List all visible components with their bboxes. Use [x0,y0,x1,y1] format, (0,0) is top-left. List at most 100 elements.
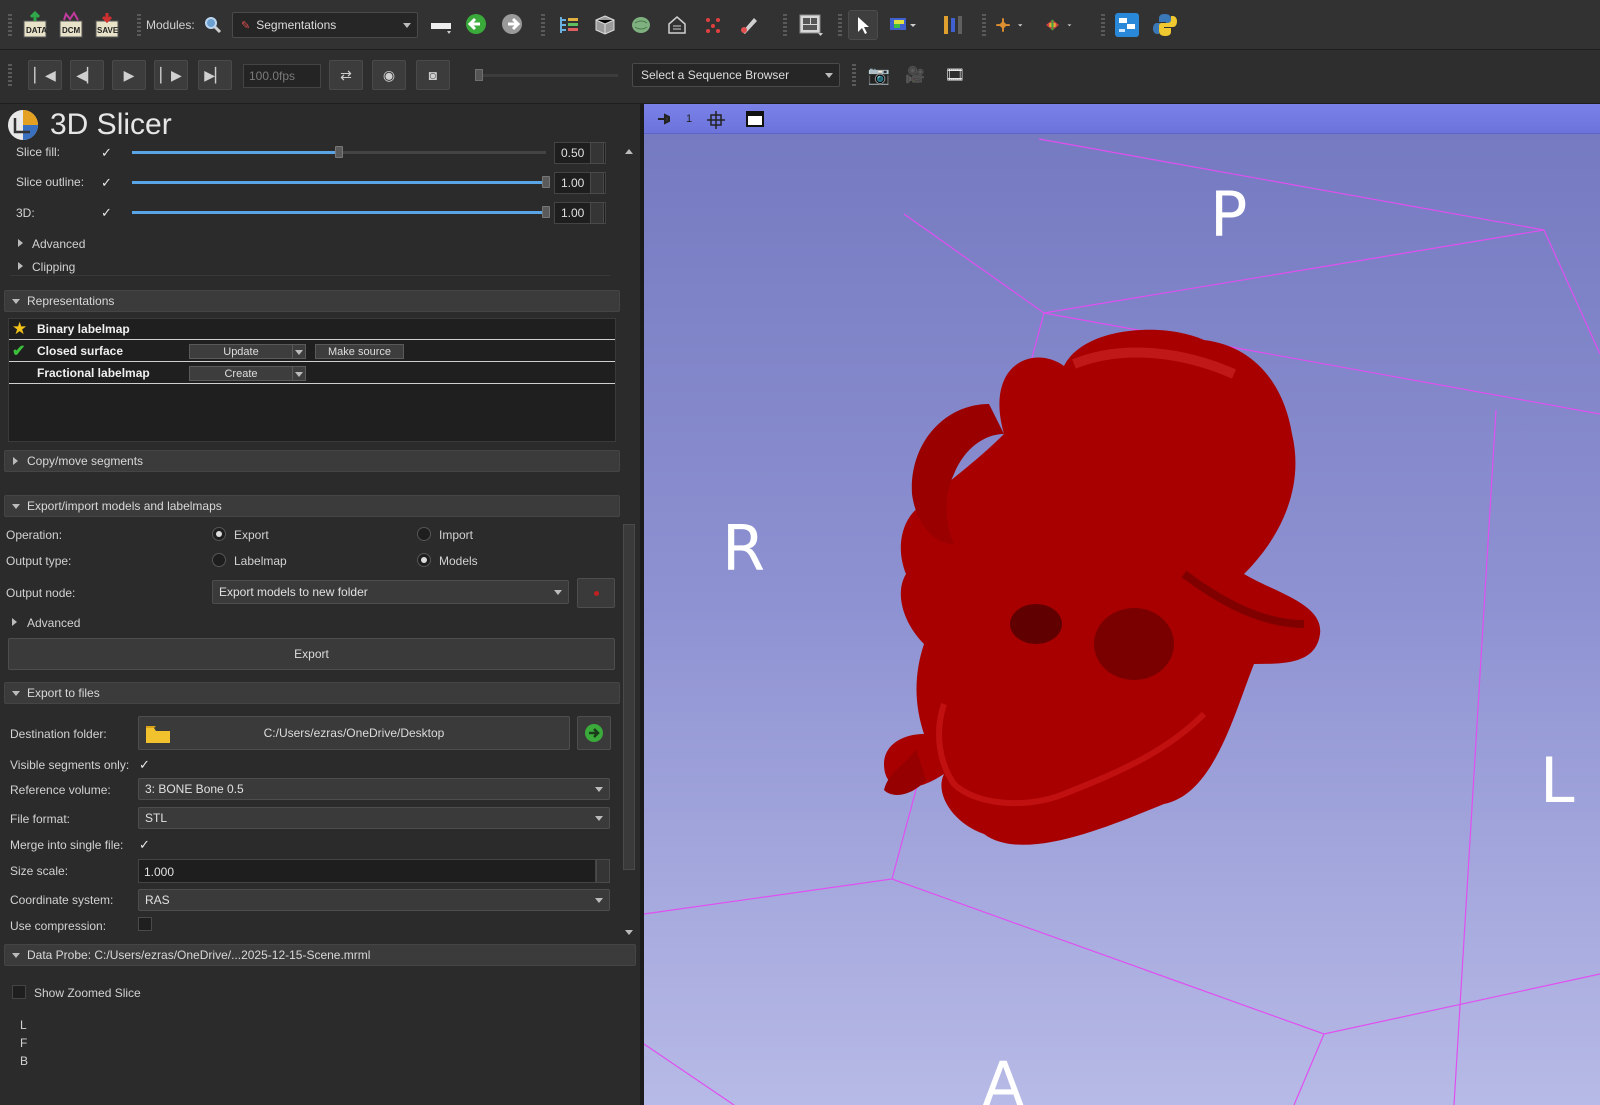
labelmap-radio[interactable] [212,553,226,567]
destination-folder-button[interactable]: C:/Users/ezras/OneDrive/Desktop [138,716,570,750]
toolbar-grip[interactable] [982,14,986,36]
slice-fill-slider[interactable] [132,146,546,158]
module-search-button[interactable] [198,10,228,40]
next-module-button[interactable] [498,10,528,40]
copy-move-section-header[interactable]: Copy/move segments [4,450,620,472]
three-d-slider-handle[interactable] [542,206,550,218]
extensions-manager-button[interactable] [1112,10,1142,40]
size-scale-spin-arrows[interactable] [596,859,610,883]
record-button[interactable]: ◉ [372,60,406,90]
advanced-export-toggle[interactable]: Advanced [6,612,606,632]
sequence-slider[interactable] [475,69,618,81]
slice-fill-slider-handle[interactable] [335,146,343,158]
screen-capture-button[interactable]: 📷 [864,60,894,90]
models-module-button[interactable] [626,10,656,40]
toolbar-grip[interactable] [137,14,141,36]
update-button[interactable]: Update [189,344,293,359]
3d-view[interactable]: 1 P R L A [644,104,1600,1105]
create-button[interactable]: Create [189,366,293,381]
toolbar-grip[interactable] [8,64,12,86]
open-destination-button[interactable] [577,716,611,750]
toolbar-grip[interactable] [783,14,787,36]
previous-module-button[interactable] [462,10,492,40]
representation-row[interactable]: ★ Binary labelmap [9,319,615,340]
representations-section-header[interactable]: Representations [4,290,620,312]
import-radio[interactable] [417,527,431,541]
scroll-down-icon[interactable] [625,930,633,935]
three-d-checkbox[interactable]: ✓ [100,206,113,219]
layout-icon [799,14,823,36]
reslice-button[interactable] [1044,10,1074,40]
model-brain-icon [632,17,650,33]
slice-outline-slider[interactable] [132,176,550,188]
three-d-opacity-slider[interactable] [132,206,550,218]
models-radio[interactable] [417,553,431,567]
loop-button[interactable]: ⇄ [329,60,363,90]
data-probe-section-header[interactable]: Data Probe: C:/Users/ezras/OneDrive/...2… [4,944,636,966]
export-radio[interactable] [212,527,226,541]
module-selector[interactable]: ✎ Segmentations [232,12,418,38]
reference-volume-selector[interactable]: 3: BONE Bone 0.5 [138,778,610,800]
probe-l-label: L [20,1018,27,1032]
three-d-spin-arrows[interactable] [590,202,604,224]
output-node-selector[interactable]: Export models to new folder [212,580,569,604]
python-console-button[interactable] [1150,10,1180,40]
export-import-section-header[interactable]: Export/import models and labelmaps [4,495,620,517]
export-files-section-header[interactable]: Export to files [4,682,620,704]
export-button[interactable]: Export [8,638,615,670]
transforms-module-button[interactable] [662,10,692,40]
segment-editor-button[interactable] [734,10,764,40]
toolbar-grip[interactable] [838,14,842,36]
fps-spinbox[interactable]: 100.0fps [243,64,321,88]
markups-module-button[interactable] [698,10,728,40]
show-zoomed-slice-checkbox[interactable] [12,985,26,999]
scrollbar-thumb[interactable] [623,524,635,870]
window-level-button[interactable] [888,10,918,40]
toolbar-grip[interactable] [541,14,545,36]
snapshot-sequence-button[interactable]: ◙ [416,60,450,90]
file-format-selector[interactable]: STL [138,807,610,829]
pointer-mode-button[interactable] [848,10,878,40]
next-frame-button[interactable]: ▏▶ [154,60,188,90]
make-source-button[interactable]: Make source [315,344,404,359]
save-button[interactable]: SAVE [92,10,122,40]
crosshair-toggle-button[interactable] [938,10,968,40]
representation-row[interactable]: ✔ Closed surface Update Make source [9,341,615,362]
slice-outline-spin-arrows[interactable] [590,172,604,194]
scene-view-button[interactable]: 🎥 [900,60,930,90]
visible-only-checkbox[interactable]: ✓ [138,758,151,771]
create-options-button[interactable] [292,366,306,381]
toolbar-grip[interactable] [1101,14,1105,36]
scroll-up-icon[interactable] [625,149,633,154]
previous-frame-button[interactable]: ◀▏ [70,60,104,90]
use-compression-checkbox[interactable] [138,917,152,931]
play-button[interactable]: ▶ [112,60,146,90]
first-frame-button[interactable]: ▏◀ [28,60,62,90]
advanced-display-toggle[interactable]: Advanced [10,233,610,253]
last-frame-button[interactable]: ▶▏ [198,60,232,90]
module-panel-scrollbar[interactable] [622,144,636,944]
coordinate-system-selector[interactable]: RAS [138,889,610,911]
sequence-slider-handle[interactable] [475,69,483,81]
module-history-button[interactable] [426,10,456,40]
clipping-toggle[interactable]: Clipping [10,256,610,276]
update-options-button[interactable] [292,344,306,359]
size-scale-spinbox[interactable]: 1.000 [138,859,596,883]
data-module-button[interactable] [554,10,584,40]
toolbar-grip[interactable] [852,64,856,86]
sequence-browser-selector[interactable]: Select a Sequence Browser [632,63,840,87]
slice-outline-slider-handle[interactable] [542,176,550,188]
dicom-button[interactable]: DCM [56,10,86,40]
volumes-module-button[interactable] [590,10,620,40]
representation-row[interactable]: Fractional labelmap Create [9,363,615,384]
merge-single-file-checkbox[interactable]: ✓ [138,838,151,851]
load-data-button[interactable]: DATA [20,10,50,40]
toolbar-grip[interactable] [8,14,12,36]
crosshair-button[interactable] [994,10,1024,40]
output-node-action-button[interactable] [577,578,615,608]
layout-button[interactable] [796,10,826,40]
slice-fill-checkbox[interactable]: ✓ [100,146,113,159]
slice-outline-checkbox[interactable]: ✓ [100,176,113,189]
scene-views-module-button[interactable]: 🎞 [940,60,970,90]
slice-fill-spin-arrows[interactable] [590,142,604,164]
